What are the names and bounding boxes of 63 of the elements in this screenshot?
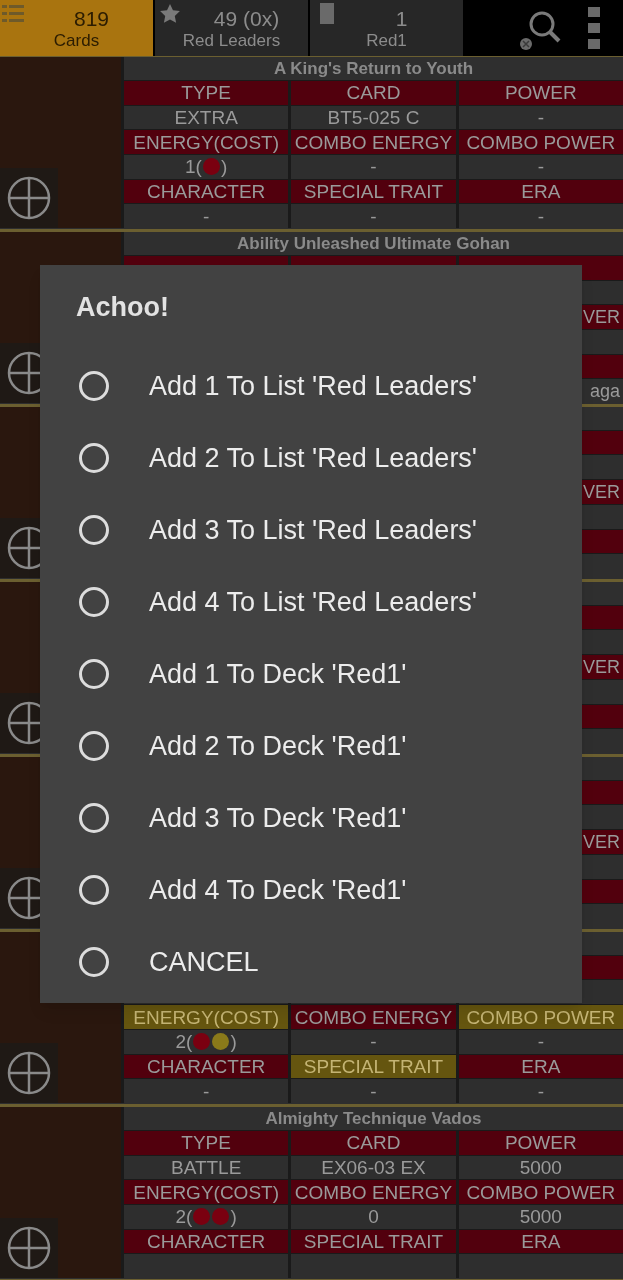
field-value: 5000: [458, 1155, 623, 1180]
card-icon: [320, 3, 334, 24]
field-value: -: [291, 204, 456, 229]
card-title-bar: Almighty Technique Vados: [124, 1107, 623, 1130]
field-label: COMBO POWER: [458, 1005, 623, 1029]
star-icon: [160, 4, 180, 23]
field-label: ENERGY(COST): [124, 1180, 289, 1204]
field-label: COMBO ENERGY: [291, 1005, 456, 1029]
field-label: COMBO POWER: [458, 1180, 623, 1204]
field-label: SPECIAL TRAIT: [291, 179, 456, 204]
field-label: CARD: [291, 1131, 456, 1155]
field-value: -: [124, 1079, 289, 1104]
dialog-title: Achoo!: [76, 294, 169, 321]
more-icon[interactable]: [588, 7, 600, 49]
tab[interactable]: 1 Red1: [310, 0, 463, 56]
field-value: -: [291, 155, 456, 179]
card-title-bar: A King's Return to Youth: [124, 57, 623, 80]
crosshair-button[interactable]: [0, 168, 58, 228]
card-title-bar: Ability Unleashed Ultimate Gohan: [124, 232, 623, 255]
field-label: POWER: [458, 81, 623, 105]
field-label: CHARACTER: [124, 179, 289, 204]
field-value: 2( ): [124, 1029, 289, 1054]
field-label: ERA: [458, 179, 623, 204]
radio-option[interactable]: Add 4 To List 'Red Leaders': [40, 566, 582, 638]
radio-option[interactable]: CANCEL: [40, 926, 582, 998]
field-label: CHARACTER: [124, 1054, 289, 1079]
field-value: BATTLE: [124, 1155, 289, 1180]
field-value: -: [291, 1079, 456, 1104]
field-label: COMBO ENERGY: [291, 130, 456, 154]
field-label: COMBO ENERGY: [291, 1180, 456, 1204]
field-label: SPECIAL TRAIT: [291, 1229, 456, 1254]
field-value: -: [291, 1029, 456, 1054]
field-value: EXTRA: [124, 105, 289, 130]
radio-option[interactable]: Add 4 To Deck 'Red1': [40, 854, 582, 926]
field-label: CHARACTER: [124, 1229, 289, 1254]
crosshair-button[interactable]: [0, 1218, 58, 1278]
tab[interactable]: 819 Cards: [0, 0, 153, 56]
field-value: -: [124, 204, 289, 229]
field-label: ENERGY(COST): [124, 130, 289, 154]
field-value: -: [458, 204, 623, 229]
field-value: 5000: [458, 1205, 623, 1229]
field-value: EX06-03 EX: [291, 1155, 456, 1180]
field-label: COMBO POWER: [458, 130, 623, 154]
crosshair-button[interactable]: [0, 1043, 58, 1103]
field-value: 0: [291, 1205, 456, 1229]
field-value: -: [458, 105, 623, 130]
field-label: SPECIAL TRAIT: [291, 1054, 456, 1079]
field-label: CARD: [291, 81, 456, 105]
field-value: 1( ): [124, 155, 289, 179]
field-label: TYPE: [124, 81, 289, 105]
field-label: ERA: [458, 1054, 623, 1079]
radio-option[interactable]: Add 2 To Deck 'Red1': [40, 710, 582, 782]
field-label: ENERGY(COST): [124, 1005, 289, 1029]
field-label: TYPE: [124, 1131, 289, 1155]
field-value: 2( ): [124, 1205, 289, 1229]
field-value: -: [458, 155, 623, 179]
field-label: POWER: [458, 1131, 623, 1155]
tab[interactable]: 49 (0x) Red Leaders: [155, 0, 308, 56]
field-value: BT5-025 C: [291, 105, 456, 130]
field-value: -: [458, 1029, 623, 1054]
field-value: -: [458, 1079, 623, 1104]
field-label: ERA: [458, 1229, 623, 1254]
list-icon: [2, 3, 24, 23]
